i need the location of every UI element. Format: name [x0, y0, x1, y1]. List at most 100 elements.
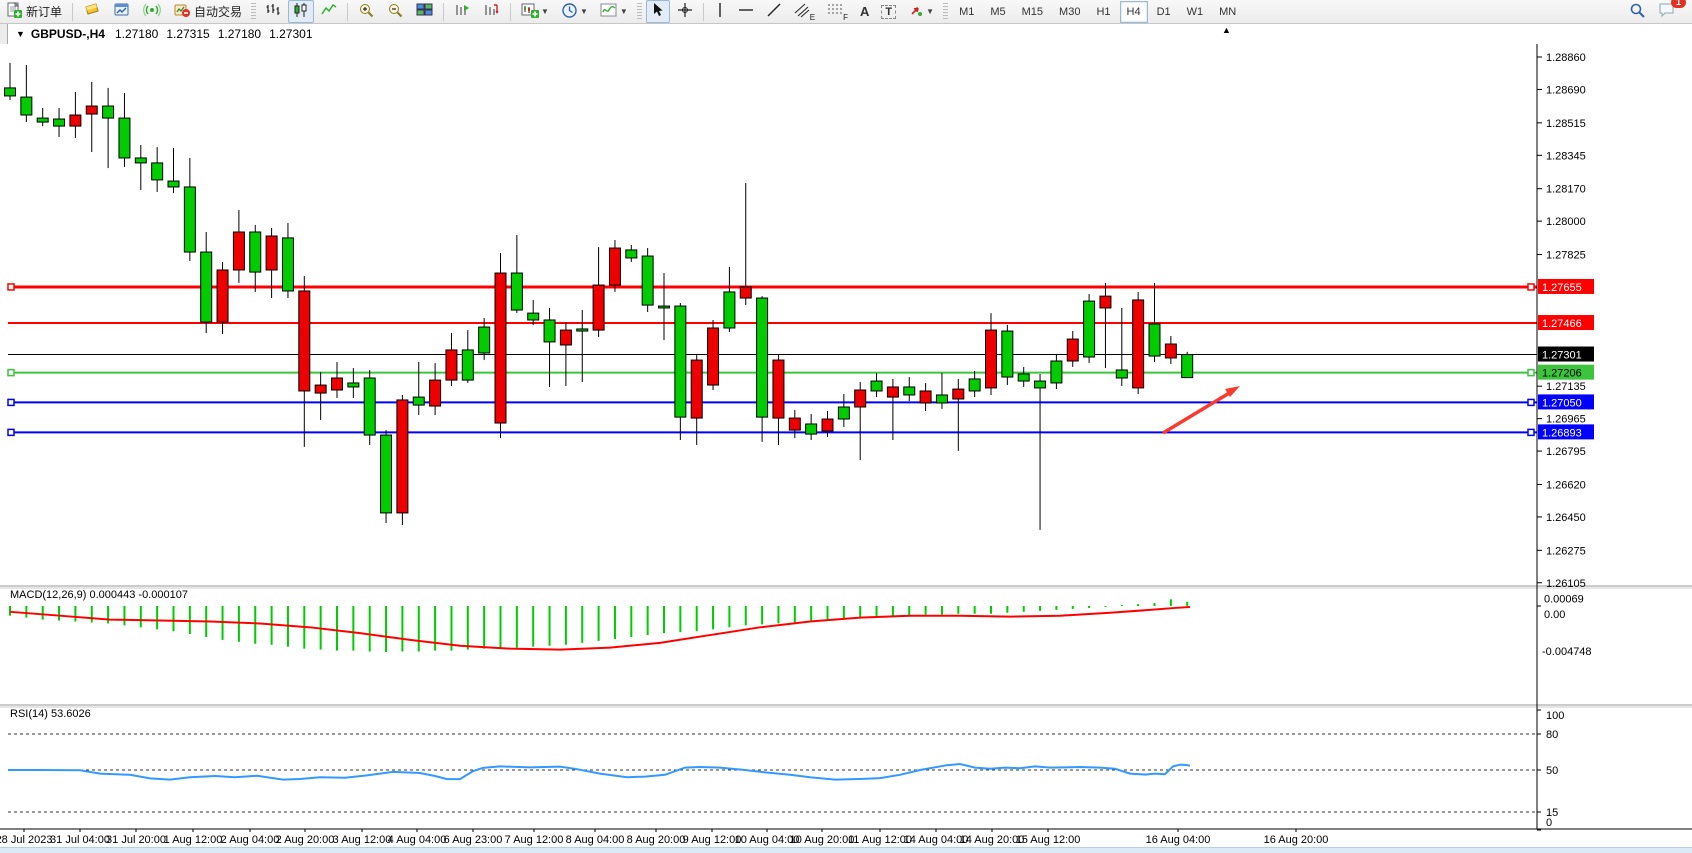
line-handle[interactable]: [1528, 370, 1534, 376]
price-tick-label: 1.28860: [1546, 52, 1586, 64]
zoom-out-icon: [387, 2, 404, 22]
arrows-tool[interactable]: ▼: [903, 0, 939, 23]
time-tick-label: 3 Aug 12:00: [333, 834, 392, 846]
chart-header: ▼ GBPUSD-,H4 1.27180 1.27315 1.27180 1.2…: [8, 24, 1692, 45]
price-tick-label: 1.26965: [1546, 414, 1586, 426]
price-tick-label: 1.26620: [1546, 479, 1586, 491]
chevron-down-icon: ▼: [620, 7, 628, 16]
line-chart-button[interactable]: [316, 0, 342, 23]
chart-shift-button[interactable]: [478, 0, 505, 23]
timeframe-button-mn[interactable]: MN: [1212, 1, 1243, 23]
line-handle[interactable]: [1528, 399, 1534, 405]
auto-trading-label: 自动交易: [194, 3, 242, 20]
toolbar-grip: [943, 3, 948, 21]
time-tick-label: 7 Aug 12:00: [505, 834, 564, 846]
price-tick-label: 1.28515: [1546, 118, 1586, 130]
symbol-dropdown-icon[interactable]: ▼: [16, 29, 25, 39]
candle: [724, 292, 735, 328]
candle: [299, 291, 310, 391]
line-handle[interactable]: [1528, 429, 1534, 435]
candle: [446, 350, 457, 380]
new-order-label: 新订单: [26, 3, 62, 20]
timeframe-button-h1[interactable]: H1: [1089, 1, 1117, 23]
channel-letter: E: [810, 13, 815, 22]
candle: [904, 387, 915, 395]
signals-button[interactable]: [138, 0, 166, 23]
price-tick-label: 1.26450: [1546, 512, 1586, 524]
auto-trading-icon: [173, 2, 191, 21]
zoom-in-button[interactable]: [353, 0, 380, 23]
time-tick-label: 6 Aug 23:00: [444, 834, 503, 846]
candle: [626, 250, 637, 258]
notifications-button[interactable]: 1: [1653, 0, 1681, 23]
new-chart-button[interactable]: ▼: [516, 0, 554, 23]
auto-trading-button[interactable]: 自动交易: [168, 0, 247, 23]
candle: [201, 252, 212, 322]
price-tag-label: 1.27206: [1542, 368, 1582, 380]
zoom-out-button[interactable]: [382, 0, 409, 23]
rsi-axis-label: 0: [1546, 817, 1552, 829]
candle: [969, 379, 980, 391]
horizontal-line-tool[interactable]: [733, 0, 759, 23]
vertical-line-tool[interactable]: [709, 0, 731, 23]
text-label-tool[interactable]: T: [876, 0, 901, 23]
chevron-down-icon: ▼: [926, 7, 934, 16]
toolbar-separator: [347, 3, 348, 21]
candle: [936, 395, 947, 403]
text-tool[interactable]: A: [855, 0, 874, 23]
time-tick-label: 16 Aug 20:00: [1264, 834, 1329, 846]
candle: [1100, 296, 1111, 308]
period-button[interactable]: ▼: [556, 0, 593, 23]
time-tick-label: 1 Aug 12:00: [164, 834, 223, 846]
line-handle[interactable]: [8, 399, 14, 405]
chevron-down-icon: ▼: [541, 7, 549, 16]
line-handle[interactable]: [8, 284, 14, 290]
candle: [495, 273, 506, 423]
candle: [871, 381, 882, 391]
market-watch-button[interactable]: [78, 0, 106, 23]
price-tag-label: 1.27050: [1542, 397, 1582, 409]
time-tick-label: 8 Aug 04:00: [566, 834, 625, 846]
tile-windows-button[interactable]: [411, 0, 438, 23]
cursor-tool-button[interactable]: [646, 0, 670, 23]
timeframe-button-m30[interactable]: M30: [1052, 1, 1087, 23]
auto-scroll-button[interactable]: [449, 0, 476, 23]
bar-chart-button[interactable]: [260, 0, 286, 23]
toolbar-right-group: 1: [1623, 0, 1692, 23]
chart-canvas[interactable]: MACD(12,26,9) 0.000443 -0.000107RSI(14) …: [0, 44, 1692, 847]
new-order-button[interactable]: 新订单: [1, 0, 67, 23]
time-tick-label: 31 Jul 20:00: [106, 834, 166, 846]
price-tag-label: 1.26893: [1542, 427, 1582, 439]
candle: [1018, 374, 1029, 381]
candle: [479, 327, 490, 353]
fibonacci-letter: F: [843, 13, 848, 22]
macd-axis-label: 0.00069: [1544, 593, 1584, 605]
new-chart-icon: [521, 2, 539, 21]
price-tick-label: 1.28170: [1546, 184, 1586, 196]
candle: [1116, 370, 1127, 378]
crosshair-tool-button[interactable]: [672, 0, 698, 23]
trendline-tool[interactable]: [761, 0, 787, 23]
rsi-axis-label: 50: [1546, 765, 1558, 777]
timeframe-button-m15[interactable]: M15: [1015, 1, 1050, 23]
line-handle[interactable]: [8, 429, 14, 435]
line-handle[interactable]: [8, 370, 14, 376]
data-window-button[interactable]: [108, 0, 136, 23]
timeframe-button-w1[interactable]: W1: [1180, 1, 1211, 23]
candle: [838, 407, 849, 419]
candle: [37, 118, 48, 122]
indicators-button[interactable]: ▼: [595, 0, 633, 23]
search-icon: [1629, 2, 1646, 22]
equidistant-channel-tool[interactable]: E: [789, 0, 820, 23]
search-button[interactable]: [1624, 0, 1651, 23]
fibonacci-tool[interactable]: F: [822, 0, 853, 23]
candlestick-chart-button[interactable]: [288, 0, 314, 23]
candle: [1084, 301, 1095, 357]
chart-shift-marker[interactable]: ▲: [1222, 25, 1231, 35]
line-handle[interactable]: [1528, 284, 1534, 290]
timeframe-button-d1[interactable]: D1: [1150, 1, 1178, 23]
timeframe-button-m1[interactable]: M1: [952, 1, 981, 23]
timeframe-button-m5[interactable]: M5: [983, 1, 1012, 23]
timeframe-button-h4[interactable]: H4: [1120, 1, 1148, 23]
candle: [1035, 381, 1046, 388]
